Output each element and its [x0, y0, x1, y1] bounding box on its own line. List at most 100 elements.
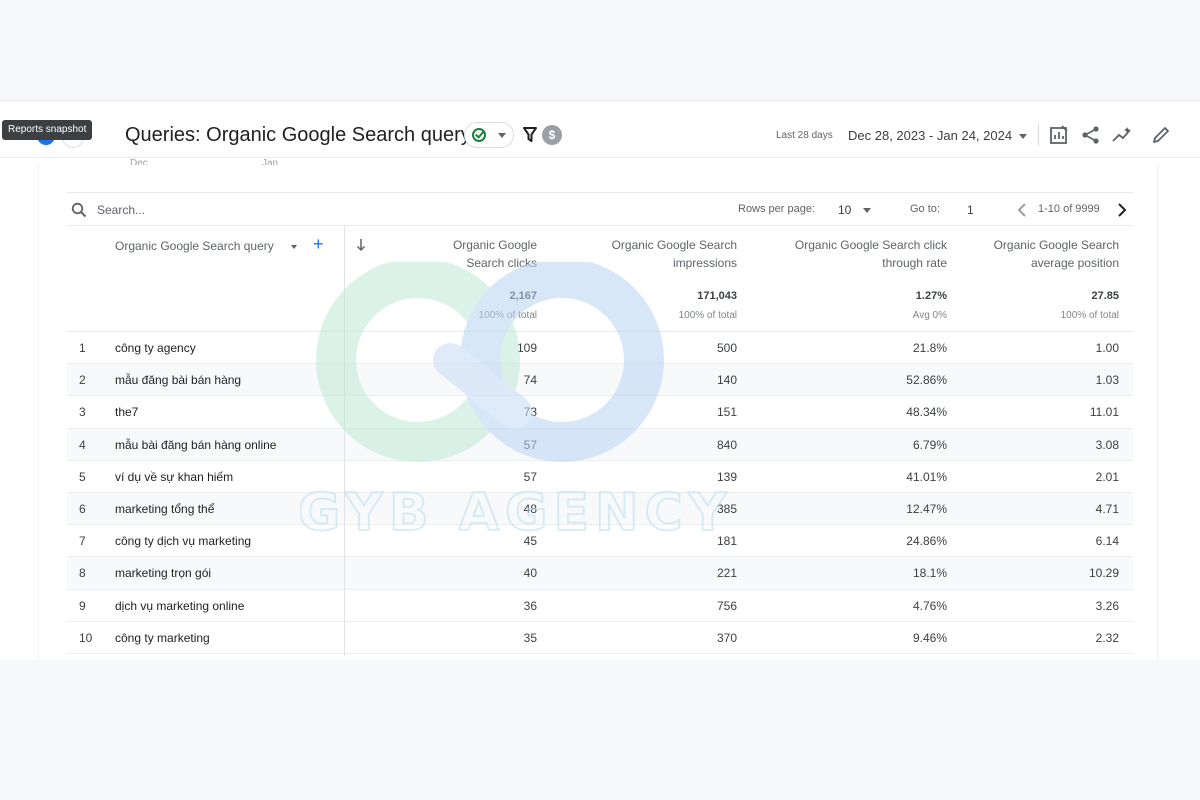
column-header-line: Search clicks: [466, 256, 537, 270]
position-cell: 2.32: [1095, 630, 1119, 645]
impressions-cell: 221: [716, 566, 737, 581]
table-row[interactable]: 3 the7 73 151 48.34% 11.01: [67, 396, 1133, 429]
position-cell: 10.29: [1088, 566, 1119, 581]
page-title: Queries: Organic Google Search query: [125, 124, 471, 146]
column-header-ctr[interactable]: Organic Google Search click through rate: [795, 236, 947, 272]
clicks-cell: 57: [523, 437, 537, 452]
table-row[interactable]: 2 mẫu đăng bài bán hàng 74 140 52.86% 1.…: [67, 364, 1133, 397]
chevron-down-icon[interactable]: [291, 245, 297, 249]
clicks-cell: 109: [516, 341, 537, 355]
impressions-cell: 151: [716, 405, 737, 420]
position-cell: 2.01: [1095, 469, 1119, 484]
total-ctr-subtext: Avg 0%: [912, 310, 947, 321]
table-toolbar: Rows per page: 10 Go to: 1 1-10 of 9999: [67, 192, 1133, 226]
table-row[interactable]: 1 công ty agency 109 500 21.8% 1.00: [67, 332, 1133, 365]
column-header-clicks[interactable]: Organic Google Search clicks: [453, 236, 537, 272]
row-index: 4: [79, 437, 86, 452]
pagination-range: 1-10 of 9999: [1038, 203, 1100, 215]
rows-per-page-select[interactable]: 10: [838, 203, 851, 217]
chevron-down-icon: [498, 133, 506, 138]
goto-label: Go to:: [910, 203, 940, 215]
query-cell[interactable]: mẫu bài đăng bán hàng online: [115, 438, 276, 452]
position-cell: 11.01: [1089, 405, 1119, 420]
search-input[interactable]: [97, 199, 397, 221]
ctr-cell: 6.79%: [912, 437, 947, 452]
tooltip-reports-snapshot: Reports snapshot: [2, 120, 93, 140]
impressions-cell: 385: [716, 501, 737, 516]
clicks-cell: 45: [523, 534, 537, 549]
column-header-impressions[interactable]: Organic Google Search impressions: [612, 236, 737, 272]
table-body: 1 công ty agency 109 500 21.8% 1.00 2 mẫ…: [67, 332, 1133, 654]
table-row[interactable]: 4 mẫu bài đăng bán hàng online 57 840 6.…: [67, 428, 1133, 461]
chevron-right-icon[interactable]: [1114, 201, 1130, 219]
insights-icon[interactable]: [1111, 124, 1133, 146]
column-divider: [344, 226, 345, 656]
position-cell: 3.26: [1095, 598, 1119, 613]
column-header-line: through rate: [882, 256, 947, 270]
sort-descending-arrow-icon[interactable]: [356, 238, 366, 252]
goto-page-input[interactable]: 1: [967, 203, 974, 217]
query-cell[interactable]: ví dụ về sự khan hiếm: [115, 470, 233, 484]
clicks-cell: 57: [523, 469, 537, 484]
query-cell[interactable]: công ty marketing: [115, 631, 210, 645]
table-row[interactable]: 10 công ty marketing 35 370 9.46% 2.32: [67, 622, 1133, 654]
search-icon: [71, 202, 87, 218]
row-index: 7: [79, 534, 86, 549]
query-cell[interactable]: marketing tổng thể: [115, 502, 214, 516]
total-impressions: 171,043: [697, 290, 737, 302]
date-preset-label: Last 28 days: [776, 130, 833, 141]
total-position-subtext: 100% of total: [1060, 310, 1119, 321]
chevron-down-icon[interactable]: [863, 208, 871, 213]
position-cell: 4.71: [1095, 501, 1119, 516]
clicks-cell: 36: [523, 598, 537, 613]
row-index: 10: [79, 630, 93, 645]
table-row[interactable]: 6 marketing tổng thể 48 385 12.47% 4.71: [67, 492, 1133, 526]
clicks-cell: 40: [523, 566, 537, 581]
query-cell[interactable]: dịch vụ marketing online: [115, 599, 244, 613]
column-header-position[interactable]: Organic Google Search average position: [994, 236, 1119, 272]
ctr-cell: 18.1%: [912, 566, 947, 581]
table-row[interactable]: 5 ví dụ về sự khan hiếm 57 139 41.01% 2.…: [67, 461, 1133, 493]
customize-report-icon[interactable]: [1048, 124, 1070, 146]
filter-icon[interactable]: [523, 127, 537, 143]
share-icon[interactable]: [1080, 124, 1102, 146]
impressions-cell: 181: [716, 534, 737, 549]
column-header-line: average position: [1030, 256, 1119, 270]
ctr-cell: 9.46%: [912, 630, 947, 645]
dimension-column-header[interactable]: Organic Google Search query: [115, 239, 274, 253]
query-cell[interactable]: công ty dịch vụ marketing: [115, 534, 251, 548]
row-index: 2: [79, 373, 86, 388]
position-cell: 3.08: [1095, 437, 1119, 452]
total-impressions-subtext: 100% of total: [678, 310, 737, 321]
clicks-cell: 74: [523, 373, 537, 388]
chevron-left-icon[interactable]: [1014, 201, 1030, 219]
query-cell[interactable]: the7: [115, 405, 138, 419]
column-header-line: impressions: [672, 256, 737, 270]
table-row[interactable]: 8 marketing trọn gói 40 221 18.1% 10.29: [67, 557, 1133, 590]
table-row[interactable]: 9 dịch vụ marketing online 36 756 4.76% …: [67, 590, 1133, 622]
table-row[interactable]: 7 công ty dịch vụ marketing 45 181 24.86…: [67, 525, 1133, 558]
ctr-cell: 21.8%: [912, 341, 947, 355]
column-header-line: Organic Google Search: [611, 238, 737, 252]
query-cell[interactable]: marketing trọn gói: [115, 566, 211, 580]
rows-per-page-label: Rows per page:: [738, 203, 816, 215]
add-dimension-plus-icon[interactable]: +: [313, 234, 324, 255]
ctr-cell: 52.86%: [906, 373, 947, 388]
ctr-cell: 12.47%: [906, 501, 947, 516]
report-status-dropdown[interactable]: [464, 122, 514, 148]
report-header: Queries: Organic Google Search query $ L…: [0, 112, 1200, 158]
chevron-down-icon[interactable]: [1019, 134, 1027, 139]
total-position: 27.85: [1091, 290, 1119, 302]
query-cell[interactable]: công ty agency: [115, 341, 196, 355]
row-index: 9: [79, 598, 86, 613]
clicks-cell: 73: [523, 405, 537, 420]
comparison-badge-icon[interactable]: $: [542, 125, 562, 145]
date-range-picker[interactable]: Dec 28, 2023 - Jan 24, 2024: [848, 128, 1012, 143]
impressions-cell: 139: [716, 469, 737, 484]
edit-pencil-icon[interactable]: [1150, 124, 1172, 146]
total-clicks-subtext: 100% of total: [478, 310, 537, 321]
clicks-cell: 48: [523, 501, 537, 516]
query-cell[interactable]: mẫu đăng bài bán hàng: [115, 373, 241, 387]
position-cell: 1.03: [1095, 373, 1119, 388]
column-header-line: Organic Google Search: [993, 238, 1119, 252]
